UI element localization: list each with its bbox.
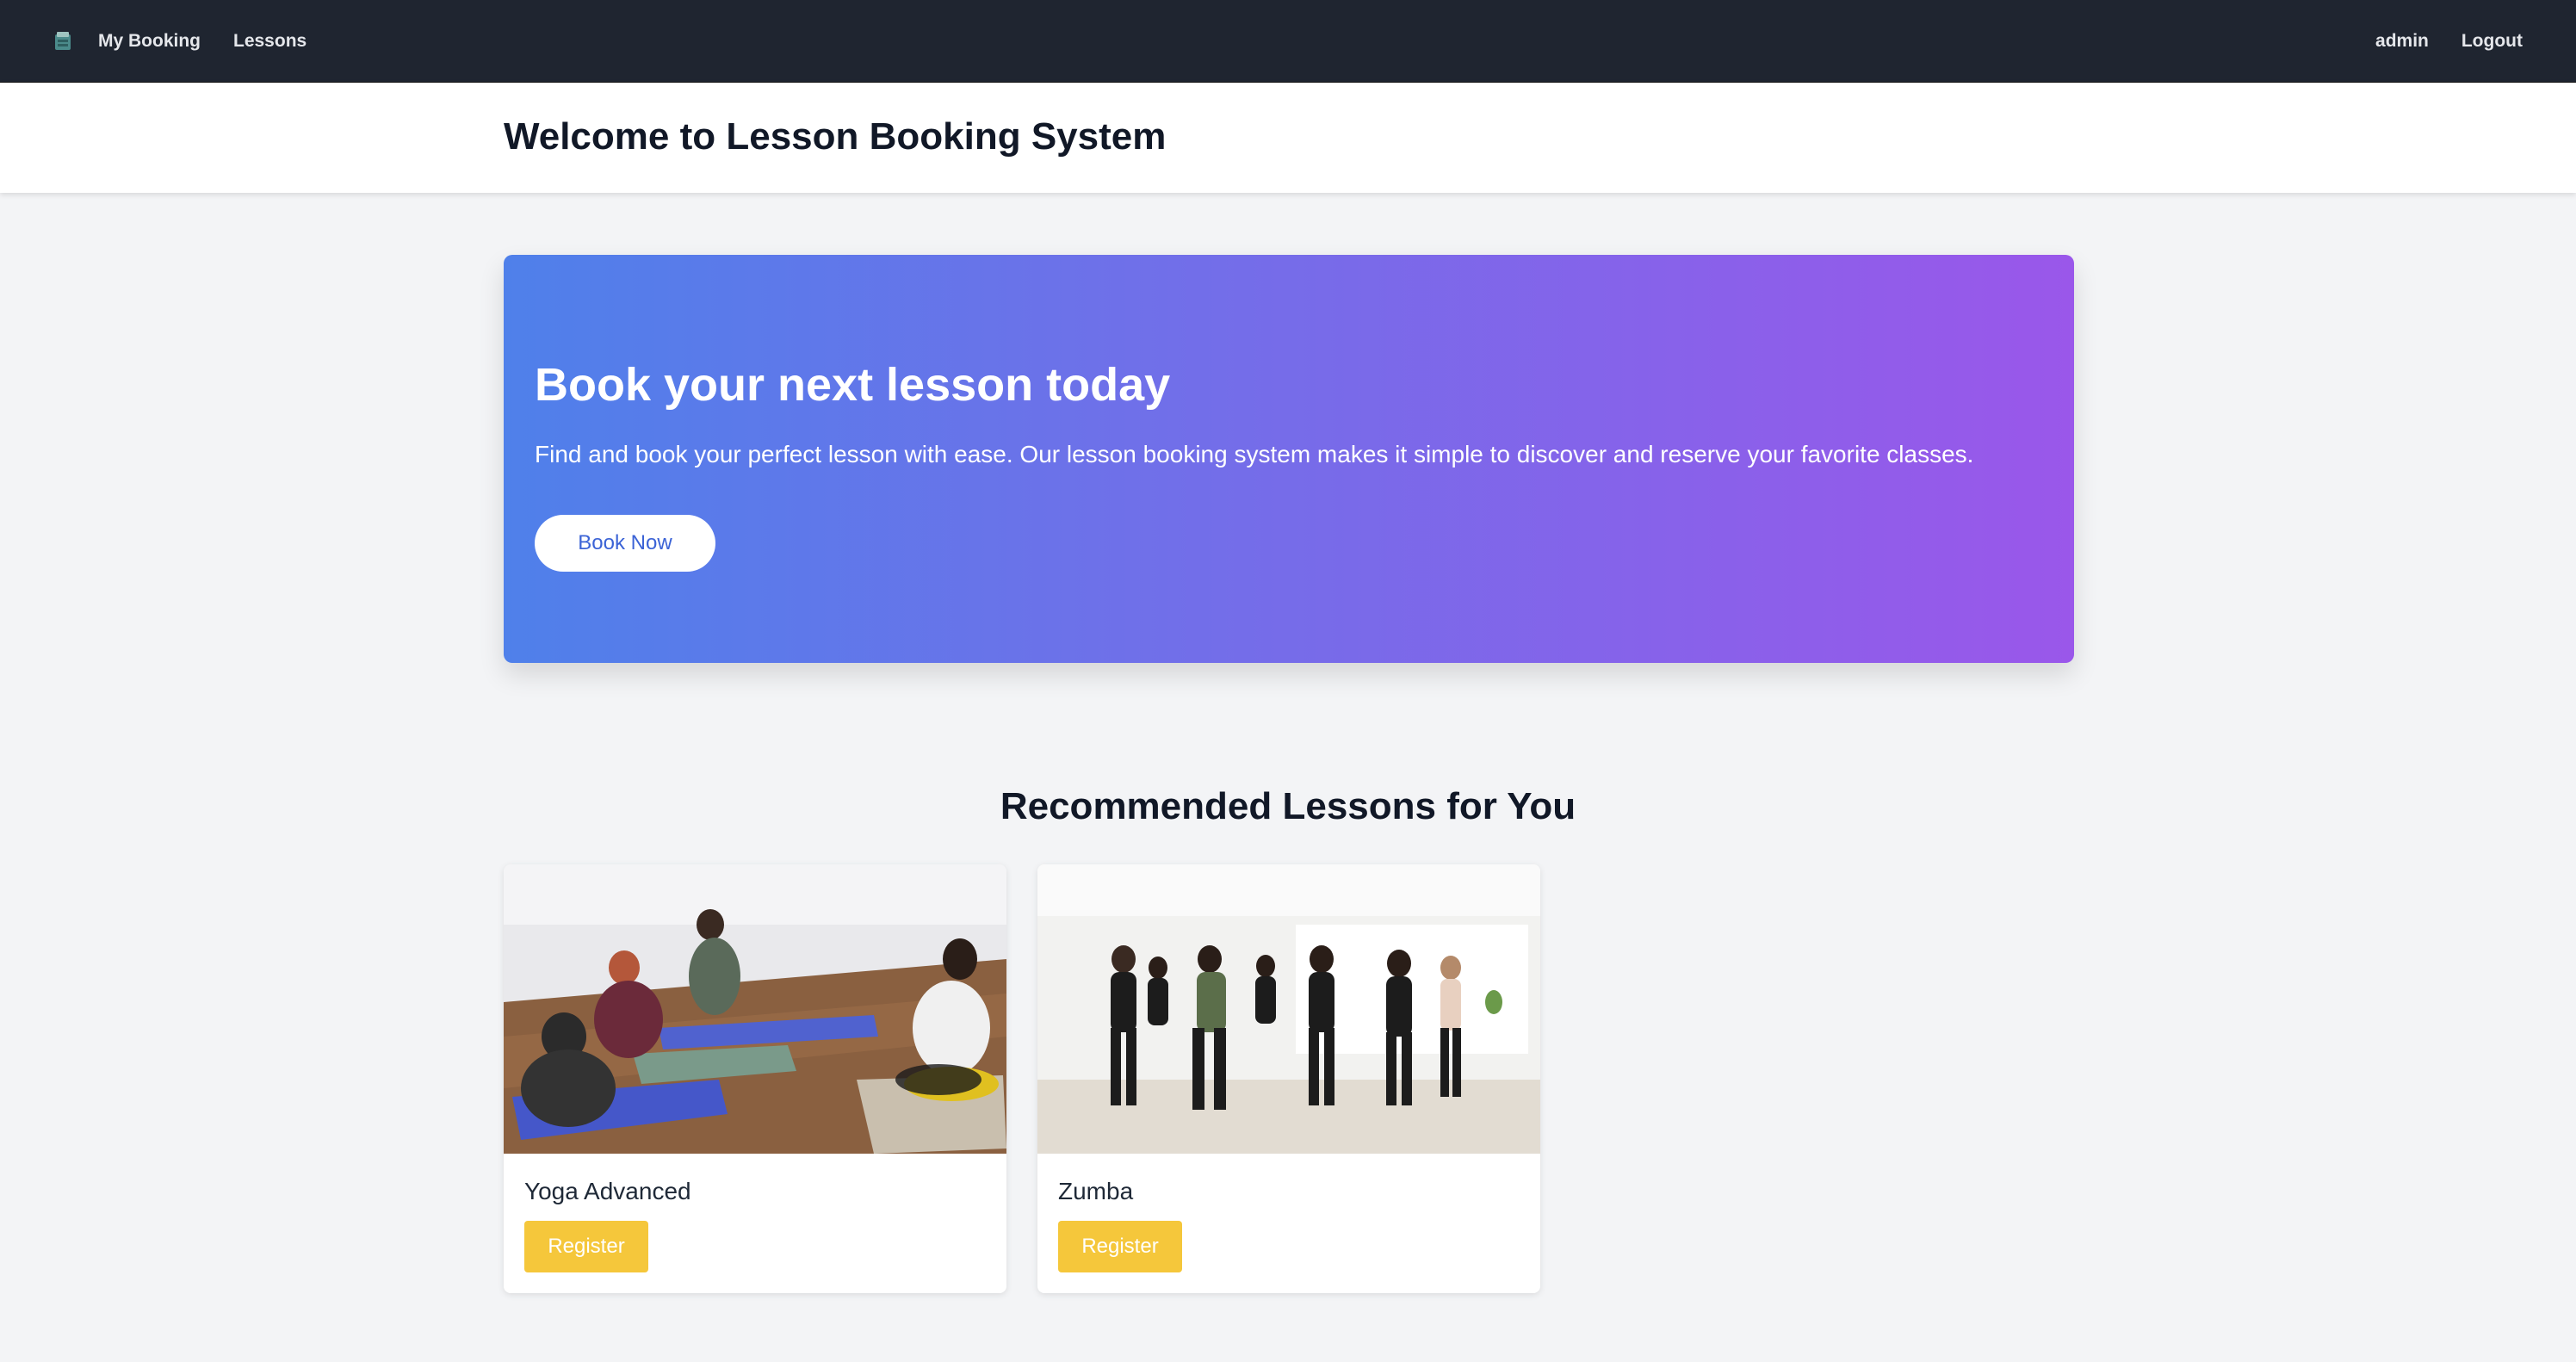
recommended-title: Recommended Lessons for You <box>1000 785 1576 827</box>
page-header: Welcome to Lesson Booking System <box>0 83 2576 193</box>
zumba-class-photo <box>1037 864 1540 1154</box>
nav-logout[interactable]: Logout <box>2461 31 2523 52</box>
nav-user-area: admin Logout <box>2375 31 2523 52</box>
hero-title: Book your next lesson today <box>535 359 1171 411</box>
page-title: Welcome to Lesson Booking System <box>504 115 1167 158</box>
nav-lessons[interactable]: Lessons <box>233 31 307 52</box>
book-now-button[interactable]: Book Now <box>535 515 715 572</box>
nav-user-admin[interactable]: admin <box>2375 31 2429 52</box>
app-logo-icon[interactable] <box>53 29 72 53</box>
yoga-class-photo <box>504 864 1006 1154</box>
register-button[interactable]: Register <box>524 1221 648 1272</box>
hero-text: Find and book your perfect lesson with e… <box>535 441 1974 467</box>
register-button[interactable]: Register <box>1058 1221 1182 1272</box>
lesson-name: Yoga Advanced <box>524 1178 691 1204</box>
top-navbar: My Booking Lessons admin Logout <box>0 0 2576 83</box>
nav-my-booking[interactable]: My Booking <box>98 31 201 52</box>
lesson-name: Zumba <box>1058 1178 1134 1204</box>
hero-banner: Book your next lesson today Find and boo… <box>504 255 2074 663</box>
lesson-card-zumba: Zumba Register <box>1037 864 1540 1293</box>
lesson-card-yoga: Yoga Advanced Register <box>504 864 1006 1293</box>
